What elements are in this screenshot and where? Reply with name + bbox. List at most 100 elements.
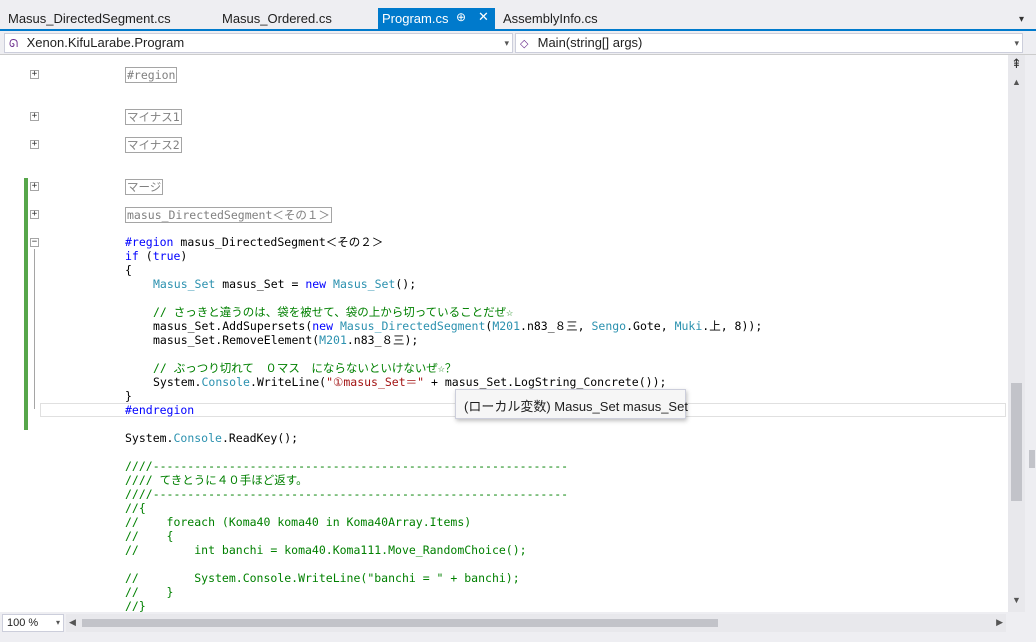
code-token: masus_Set.AddSupersets( [153, 319, 313, 333]
code-token: System. [125, 431, 174, 445]
scroll-left-arrow-icon[interactable]: ◀ [69, 617, 76, 628]
string-token: "①masus_Set＝" [326, 375, 425, 389]
code-line: マイナス1 [125, 109, 182, 125]
keyword-token: #region [125, 235, 174, 249]
tab-overflow-chevron-icon[interactable]: ▾ [1019, 14, 1024, 25]
comment-line: // ぶっつり切れて ０マス にならないといけないぜ☆？ [153, 361, 457, 375]
type-token: Masus_Set [153, 277, 216, 291]
code-line: masus_Set.RemoveElement(M201.n83_８三); [153, 333, 418, 347]
collapsed-region[interactable]: #region [125, 67, 178, 83]
class-selector-dropdown[interactable]: ᘏ Xenon.KifuLarabe.Program ▾ [4, 33, 513, 53]
tab-assemblyinfo[interactable]: AssemblyInfo.cs [495, 8, 635, 31]
comment-line: // } [125, 585, 174, 599]
code-line: if (true) [125, 249, 187, 263]
tab-program[interactable]: Program.cs ⊕ ✕ [378, 8, 495, 31]
tab-label: Masus_DirectedSegment.cs [8, 11, 171, 26]
code-token: { [125, 263, 132, 277]
member-selector-dropdown[interactable]: ◇ Main(string[] args) ▾ [515, 33, 1023, 53]
keyword-token: new [305, 277, 327, 291]
code-line: マイナス2 [125, 137, 182, 153]
code-token: .上, 8)); [702, 319, 763, 333]
keyword-token: true [152, 249, 181, 263]
outline-guide-line [34, 249, 35, 409]
code-token: System. [153, 375, 202, 389]
keyword-token: if [125, 249, 139, 263]
code-line: { [125, 263, 132, 277]
code-token: (); [395, 277, 417, 291]
horizontal-scroll-thumb[interactable] [82, 619, 718, 627]
tab-label: AssemblyInfo.cs [503, 11, 598, 26]
expand-region-icon[interactable]: + [30, 182, 39, 191]
vertical-scrollbar[interactable]: ⇞ ▲ ▼ [1008, 55, 1025, 612]
zoom-level-value: 100 % [7, 617, 39, 629]
code-line: masus_DirectedSegment＜その１＞ [125, 207, 332, 223]
code-line: Masus_Set masus_Set = new Masus_Set(); [153, 277, 416, 291]
code-line: #endregion [125, 403, 194, 417]
comment-line: //// てきとうに４０手ほど返す。 [125, 473, 308, 487]
comment-line: //} [125, 599, 146, 612]
horizontal-scrollbar[interactable]: ◀ ▶ [66, 614, 1006, 632]
navigation-bar: ᘏ Xenon.KifuLarabe.Program ▾ ◇ Main(stri… [0, 31, 1036, 55]
pin-icon[interactable]: ⊕ [456, 10, 466, 24]
chevron-down-icon: ▾ [1014, 38, 1019, 48]
comment-line: // int banchi = koma40.Koma111.Move_Rand… [125, 543, 527, 557]
split-window-icon[interactable]: ⇞ [1011, 57, 1022, 72]
code-line: #region [125, 67, 178, 83]
method-icon: ◇ [520, 38, 529, 50]
code-line: #region masus_DirectedSegment＜その２＞ [125, 235, 383, 249]
code-token: masus_Set = [215, 277, 306, 291]
collapsed-region[interactable]: masus_DirectedSegment＜その１＞ [125, 207, 332, 223]
collapsed-region[interactable]: マイナス2 [125, 137, 182, 153]
chevron-down-icon: ▾ [55, 618, 60, 627]
zoom-level-dropdown[interactable]: 100 % ▾ [2, 614, 64, 632]
code-line: System.Console.ReadKey(); [125, 431, 298, 445]
code-token: .n83_８三, [520, 319, 592, 333]
code-editor[interactable]: + + + + + − #region マイナス1 マイナス2 マージ masu… [0, 55, 1008, 612]
overview-marker [1029, 450, 1035, 468]
comment-line: // foreach (Koma40 koma40 in Koma40Array… [125, 515, 472, 529]
code-token: .Gote, [626, 319, 675, 333]
code-token: + masus_Set.LogString_Concrete()); [424, 375, 667, 389]
tab-masus-ordered[interactable]: Masus_Ordered.cs [214, 8, 378, 31]
code-token: } [125, 389, 132, 403]
type-token: Console [173, 431, 222, 445]
keyword-token: #endregion [125, 403, 195, 417]
keyword-token: new [312, 319, 334, 333]
overview-margin [1025, 55, 1036, 612]
expand-region-icon[interactable]: + [30, 210, 39, 219]
tab-masus-directedsegment[interactable]: Masus_DirectedSegment.cs [0, 8, 215, 31]
quick-info-tooltip: (ローカル変数) Masus_Set masus_Set [455, 389, 688, 419]
type-token: Muki [674, 319, 703, 333]
code-line: マージ [125, 179, 164, 195]
scroll-right-arrow-icon[interactable]: ▶ [996, 617, 1003, 628]
comment-line: // さっきと違うのは、袋を被せて、袋の上から切っていることだぜ☆ [153, 305, 514, 319]
expand-region-icon[interactable]: + [30, 140, 39, 149]
code-token: ( [138, 249, 153, 263]
tab-label: Program.cs [382, 11, 449, 26]
code-token: .WriteLine( [249, 375, 327, 389]
comment-line: ////------------------------------------… [125, 487, 569, 501]
code-token: masus_DirectedSegment＜その２＞ [173, 235, 384, 249]
collapsed-region[interactable]: マイナス1 [125, 109, 182, 125]
code-token: ) [180, 249, 188, 263]
collapsed-region[interactable]: マージ [125, 179, 164, 195]
tab-label: Masus_Ordered.cs [222, 11, 332, 26]
type-token: Masus_Set [333, 277, 396, 291]
type-token: Masus_DirectedSegment [339, 319, 486, 333]
class-icon: ᘏ [9, 38, 19, 50]
change-tracking-bar [24, 178, 28, 430]
code-line: } [125, 389, 132, 403]
type-token: M201 [492, 319, 521, 333]
expand-region-icon[interactable]: + [30, 70, 39, 79]
expand-region-icon[interactable]: + [30, 112, 39, 121]
scroll-down-arrow-icon[interactable]: ▼ [1012, 595, 1021, 605]
member-selector-value: Main(string[] args) [537, 35, 643, 50]
scroll-up-arrow-icon[interactable]: ▲ [1012, 77, 1021, 87]
close-icon[interactable]: ✕ [478, 9, 489, 25]
code-token: .ReadKey(); [221, 431, 299, 445]
vertical-scroll-thumb[interactable] [1011, 383, 1022, 501]
type-token: Console [201, 375, 250, 389]
collapse-region-icon[interactable]: − [30, 238, 39, 247]
